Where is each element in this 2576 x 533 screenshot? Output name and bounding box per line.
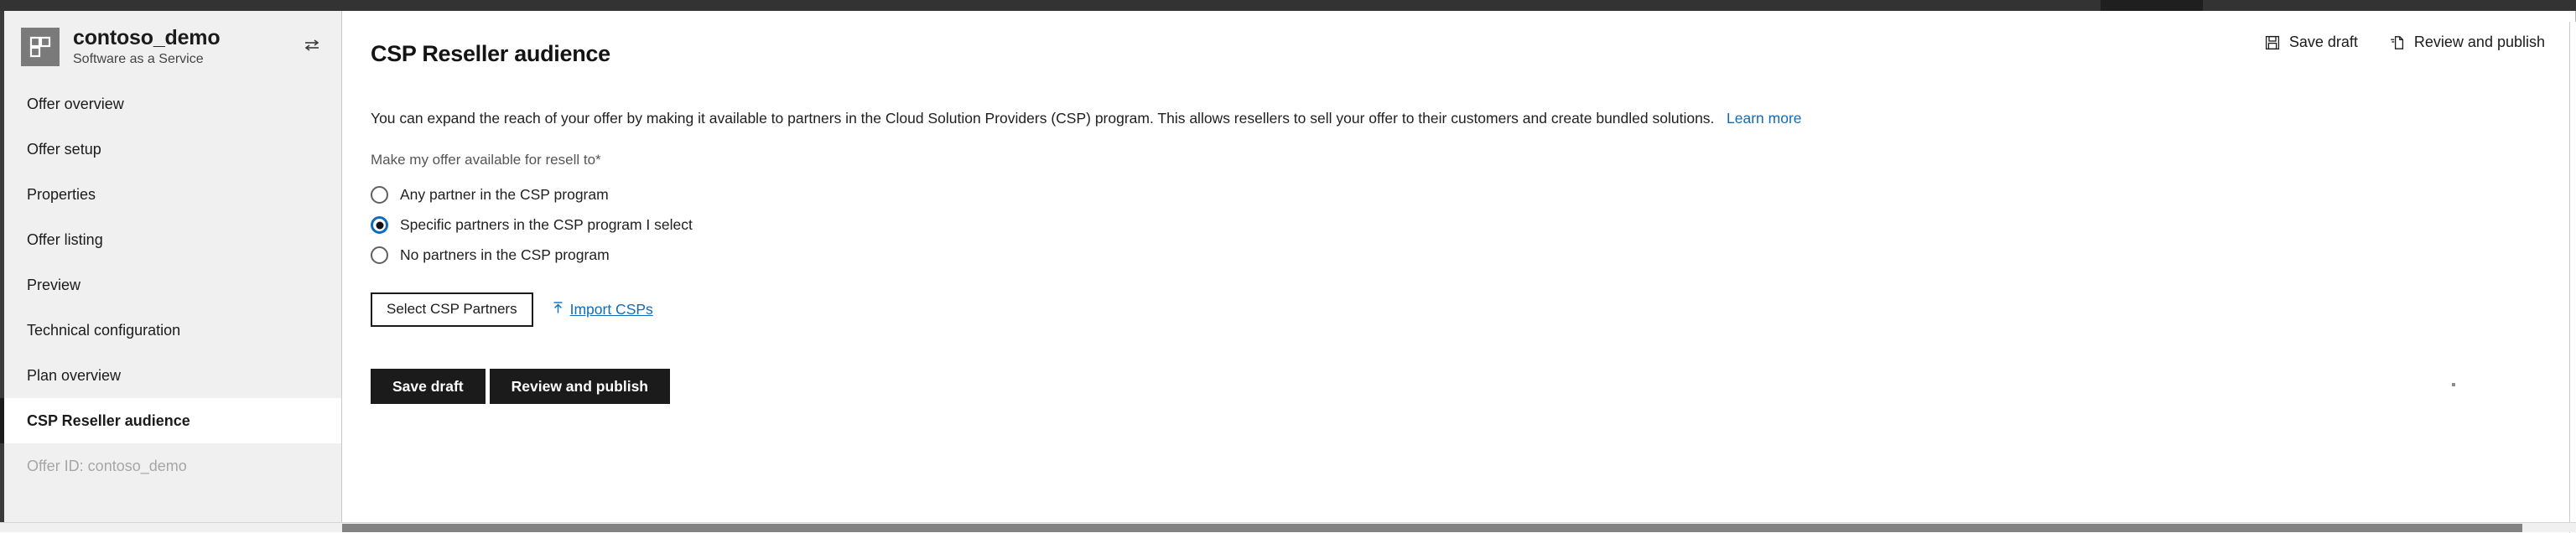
sidebar-item-plan-overview[interactable]: Plan overview bbox=[0, 353, 341, 398]
top-bar-segment-active bbox=[2101, 0, 2203, 11]
radio-label: No partners in the CSP program bbox=[400, 246, 610, 264]
radio-label: Specific partners in the CSP program I s… bbox=[400, 216, 693, 234]
main-header: CSP Reseller audience Save draft bbox=[342, 11, 2575, 82]
partner-actions-row: Select CSP Partners Import CSPs bbox=[371, 292, 2547, 327]
render-artifact-dot bbox=[2452, 383, 2455, 386]
sidebar-item-properties[interactable]: Properties bbox=[0, 172, 341, 217]
horizontal-scrollbar-thumb[interactable] bbox=[342, 524, 2522, 532]
sidebar-item-label: Properties bbox=[27, 186, 96, 204]
top-bar-segment-right bbox=[2203, 0, 2576, 11]
review-and-publish-command-label: Review and publish bbox=[2414, 34, 2545, 51]
swap-offer-button[interactable] bbox=[299, 34, 325, 60]
sidebar: contoso_demo Software as a Service Offer… bbox=[0, 11, 342, 522]
resell-audience-radio-group: Any partner in the CSP program Specific … bbox=[371, 180, 2547, 271]
save-draft-button[interactable]: Save draft bbox=[371, 369, 486, 404]
resell-field-label-text: Make my offer available for resell to bbox=[371, 152, 595, 168]
offer-id-label: Offer ID: contoso_demo bbox=[4, 443, 341, 489]
offer-subtitle: Software as a Service bbox=[73, 52, 293, 67]
offer-header: contoso_demo Software as a Service bbox=[4, 11, 341, 81]
main-content: CSP Reseller audience Save draft bbox=[342, 11, 2576, 522]
save-draft-command[interactable]: Save draft bbox=[2263, 30, 2360, 54]
offer-meta: contoso_demo Software as a Service bbox=[73, 27, 293, 66]
window-top-bar bbox=[0, 0, 2576, 11]
radio-indicator bbox=[371, 246, 388, 264]
learn-more-link[interactable]: Learn more bbox=[1727, 110, 1802, 127]
radio-specific-partners[interactable]: Specific partners in the CSP program I s… bbox=[371, 210, 2547, 241]
swap-arrows-icon bbox=[304, 39, 320, 56]
import-csps-link[interactable]: Import CSPs bbox=[552, 301, 653, 318]
sidebar-item-offer-overview[interactable]: Offer overview bbox=[0, 81, 341, 127]
radio-indicator bbox=[371, 186, 388, 204]
horizontal-scrollbar[interactable] bbox=[0, 522, 2576, 532]
publish-document-icon bbox=[2390, 35, 2405, 50]
sidebar-item-label: Preview bbox=[27, 277, 80, 294]
sidebar-nav: Offer overview Offer setup Properties Of… bbox=[4, 81, 341, 443]
top-bar-segment-left bbox=[0, 0, 2101, 11]
sidebar-item-offer-listing[interactable]: Offer listing bbox=[0, 217, 341, 262]
sidebar-item-label: CSP Reseller audience bbox=[27, 412, 190, 430]
import-csps-label: Import CSPs bbox=[570, 301, 653, 318]
offer-name: contoso_demo bbox=[73, 27, 293, 49]
description-paragraph: You can expand the reach of your offer b… bbox=[371, 109, 2547, 129]
review-and-publish-command[interactable]: Review and publish bbox=[2388, 30, 2547, 54]
vertical-scrollbar[interactable] bbox=[2569, 22, 2576, 533]
footer-buttons: Save draft Review and publish bbox=[371, 369, 2547, 404]
grid-blocks-icon bbox=[29, 36, 51, 58]
required-marker: * bbox=[595, 152, 601, 168]
resell-field-label: Make my offer available for resell to* bbox=[371, 152, 2547, 168]
sidebar-item-label: Plan overview bbox=[27, 367, 121, 385]
page-title: CSP Reseller audience bbox=[371, 41, 610, 67]
description-text: You can expand the reach of your offer b… bbox=[371, 110, 1714, 127]
radio-label: Any partner in the CSP program bbox=[400, 186, 609, 204]
radio-no-partners[interactable]: No partners in the CSP program bbox=[371, 241, 2547, 271]
header-command-bar: Save draft Review and publish bbox=[2263, 26, 2547, 54]
upload-arrow-icon bbox=[552, 301, 564, 318]
sidebar-item-label: Technical configuration bbox=[27, 322, 180, 339]
sidebar-item-label: Offer overview bbox=[27, 96, 124, 113]
select-csp-partners-button[interactable]: Select CSP Partners bbox=[371, 292, 533, 327]
review-and-publish-button[interactable]: Review and publish bbox=[490, 369, 670, 404]
offer-logo bbox=[21, 28, 60, 66]
radio-indicator bbox=[371, 216, 388, 234]
sidebar-item-label: Offer listing bbox=[27, 231, 103, 249]
radio-any-partner[interactable]: Any partner in the CSP program bbox=[371, 180, 2547, 210]
sidebar-item-preview[interactable]: Preview bbox=[0, 262, 341, 308]
content-body: You can expand the reach of your offer b… bbox=[342, 109, 2575, 403]
sidebar-item-csp-reseller-audience[interactable]: CSP Reseller audience bbox=[0, 398, 341, 443]
save-draft-command-label: Save draft bbox=[2289, 34, 2358, 51]
sidebar-item-label: Offer setup bbox=[27, 141, 101, 158]
sidebar-item-offer-setup[interactable]: Offer setup bbox=[0, 127, 341, 172]
sidebar-item-technical-configuration[interactable]: Technical configuration bbox=[0, 308, 341, 353]
app-shell: contoso_demo Software as a Service Offer… bbox=[0, 11, 2576, 522]
save-floppy-icon bbox=[2265, 35, 2280, 50]
